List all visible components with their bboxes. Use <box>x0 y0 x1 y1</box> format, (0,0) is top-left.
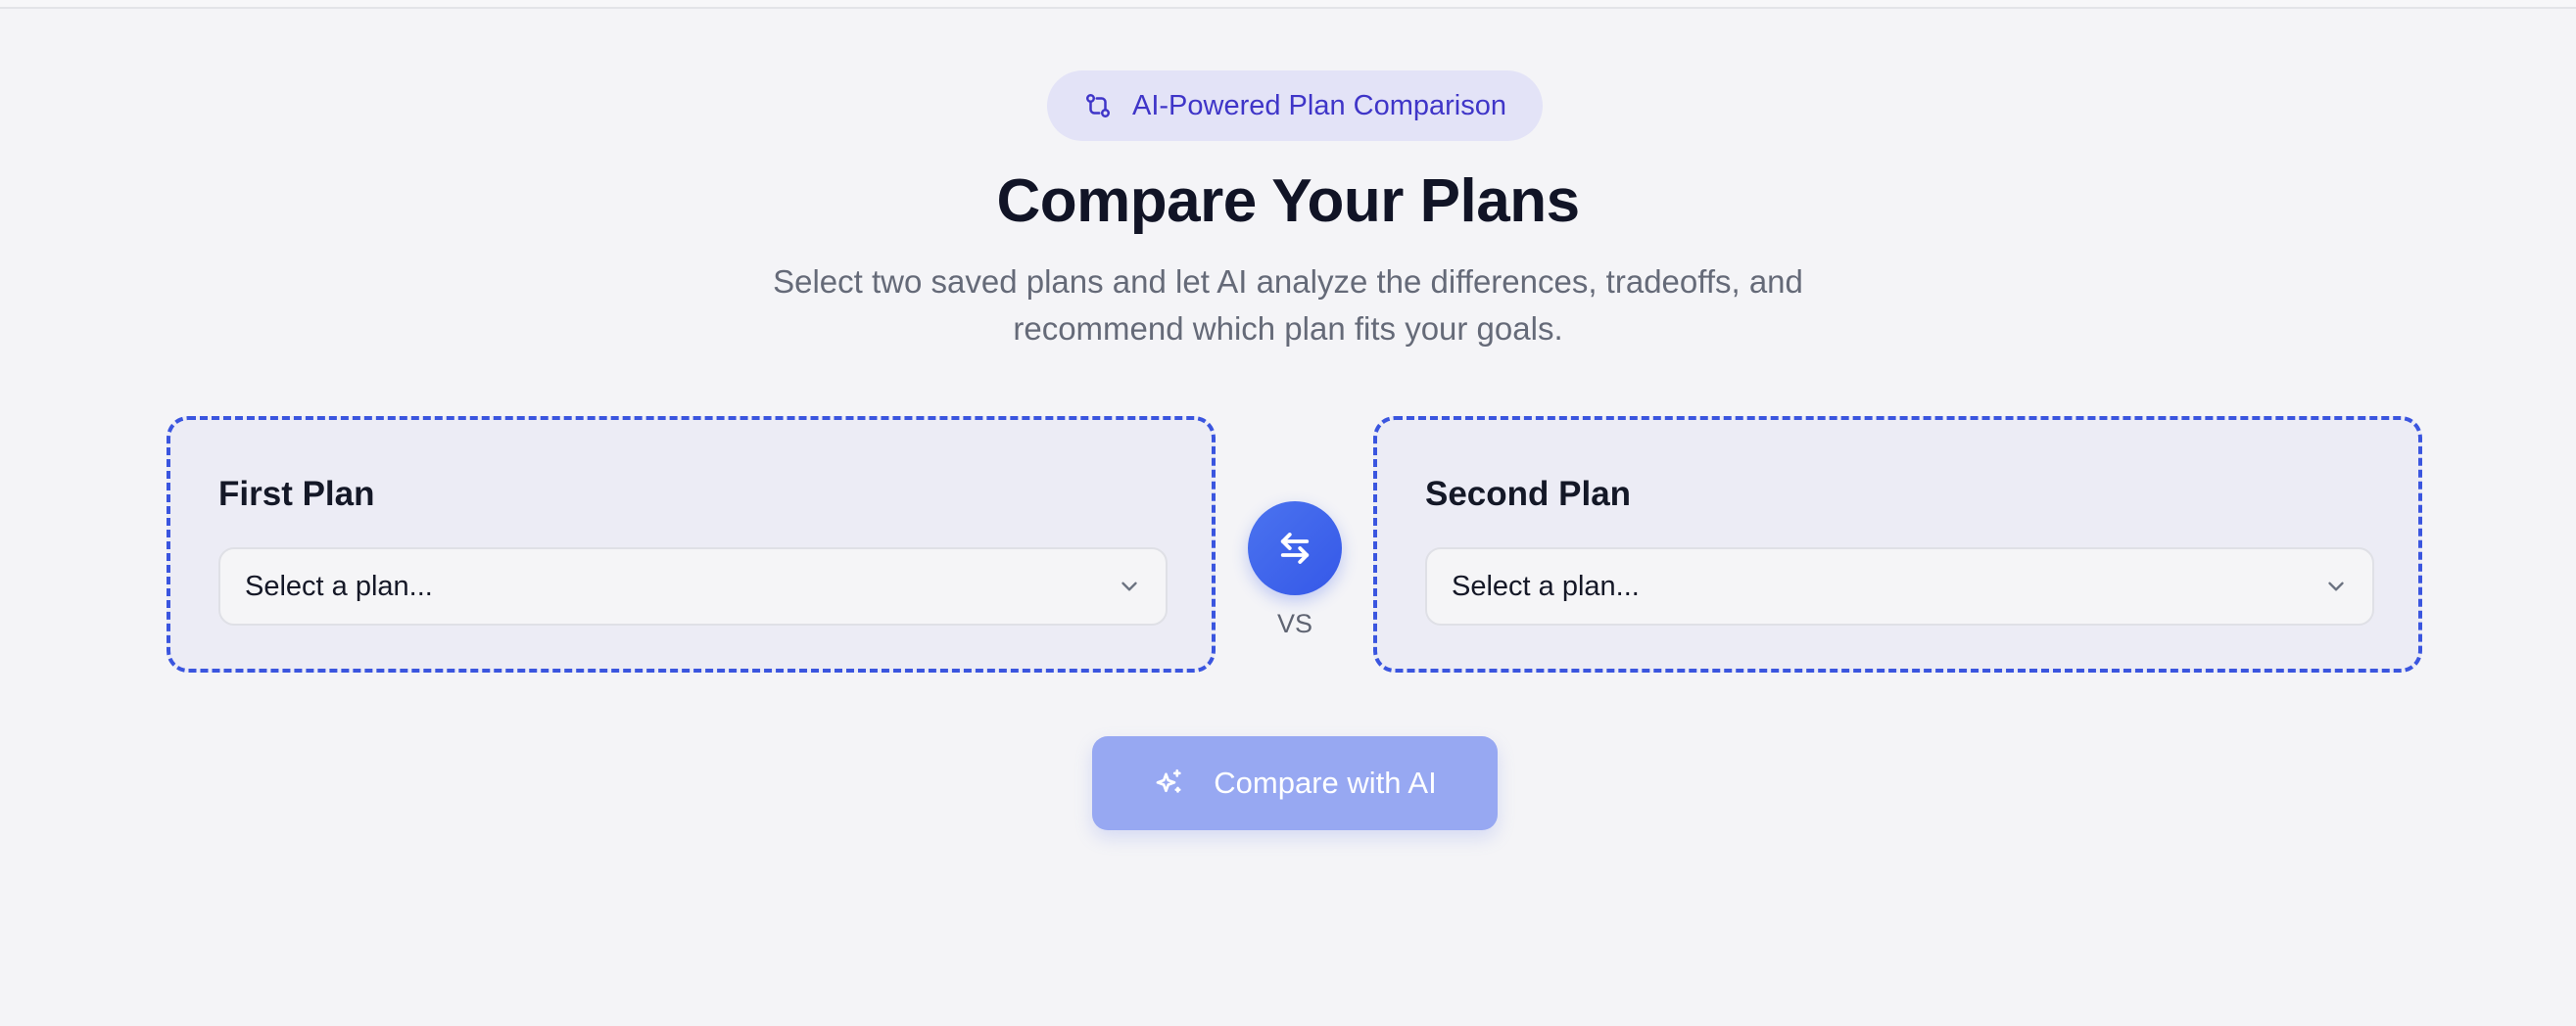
swap-arrows-icon <box>1274 528 1315 569</box>
second-plan-card: Second Plan Select a plan... <box>1373 416 2422 673</box>
subtitle-line-1: Select two saved plans and let AI analyz… <box>773 263 1803 300</box>
first-plan-title: First Plan <box>218 475 375 513</box>
second-plan-select-value: Select a plan... <box>1452 570 1640 602</box>
compare-button-label: Compare with AI <box>1214 766 1437 800</box>
page-title: Compare Your Plans <box>996 167 1580 235</box>
sparkles-icon <box>1153 767 1186 800</box>
swap-plans-button[interactable] <box>1248 501 1342 595</box>
first-plan-select-value: Select a plan... <box>245 570 433 602</box>
compare-with-ai-button[interactable]: Compare with AI <box>1092 736 1498 830</box>
second-plan-select[interactable]: Select a plan... <box>1425 547 2374 626</box>
chevron-down-icon <box>2323 574 2349 599</box>
first-plan-select[interactable]: Select a plan... <box>218 547 1168 626</box>
second-plan-title: Second Plan <box>1425 475 1632 513</box>
ai-comparison-badge: AI-Powered Plan Comparison <box>1047 70 1543 141</box>
vs-label: VS <box>1276 609 1313 638</box>
chevron-down-icon <box>1117 574 1142 599</box>
top-divider <box>0 0 2576 9</box>
badge-label: AI-Powered Plan Comparison <box>1131 89 1506 121</box>
subtitle-line-2: recommend which plan fits your goals. <box>1013 310 1563 347</box>
page-subtitle: Select two saved plans and let AI analyz… <box>700 258 1876 352</box>
first-plan-card: First Plan Select a plan... <box>167 416 1216 673</box>
git-compare-icon <box>1083 91 1113 120</box>
